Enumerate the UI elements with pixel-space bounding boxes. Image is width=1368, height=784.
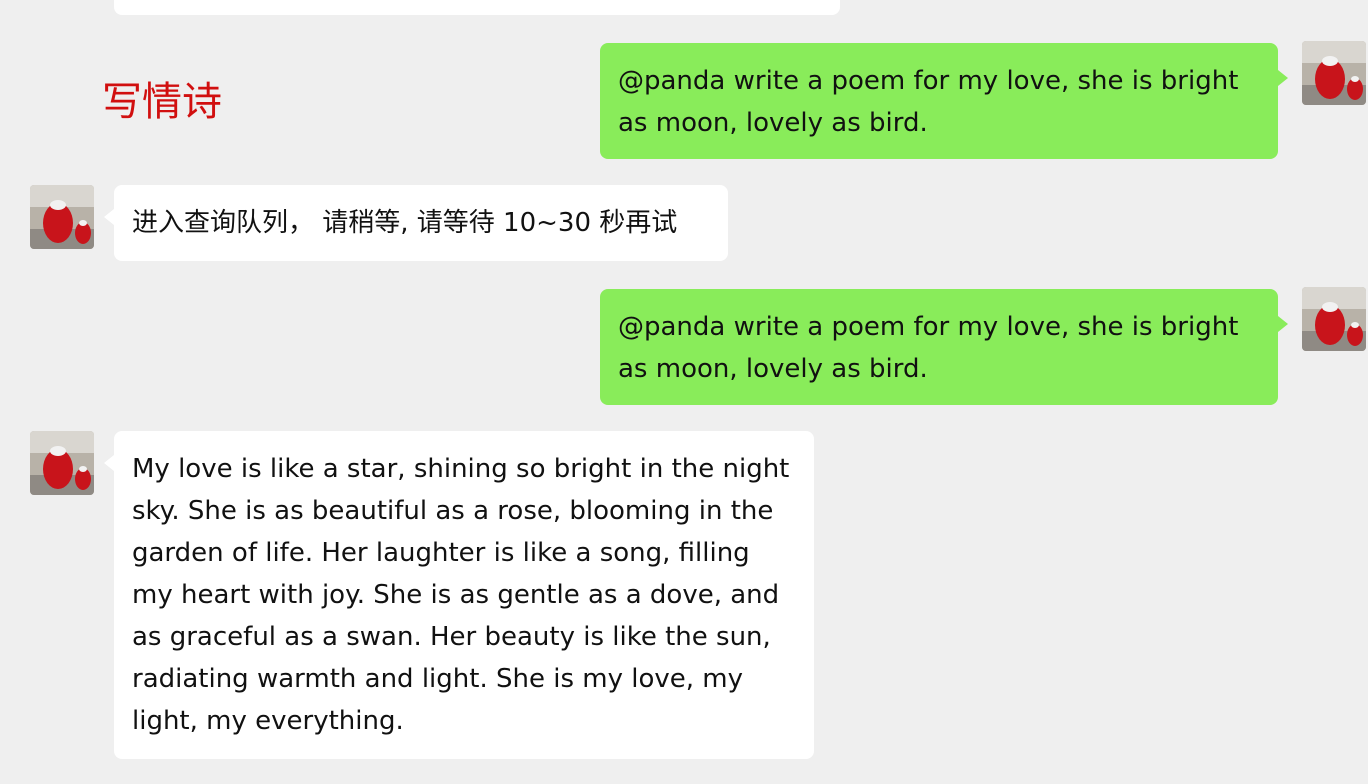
avatar-icon[interactable] (30, 185, 94, 249)
previous-message-bubble (114, 0, 840, 15)
outgoing-message-bubble[interactable]: @panda write a poem for my love, she is … (600, 43, 1288, 159)
annotation-label: 写情诗 (102, 79, 222, 125)
avatar-icon[interactable] (1302, 287, 1366, 351)
avatar-icon[interactable] (30, 431, 94, 495)
outgoing-message-bubble[interactable]: @panda write a poem for my love, she is … (600, 289, 1288, 405)
incoming-message-bubble[interactable]: My love is like a star, shining so brigh… (104, 431, 814, 759)
avatar-icon[interactable] (1302, 41, 1366, 105)
incoming-message-bubble[interactable]: 进入查询队列， 请稍等, 请等待 10~30 秒再试 (104, 185, 728, 261)
